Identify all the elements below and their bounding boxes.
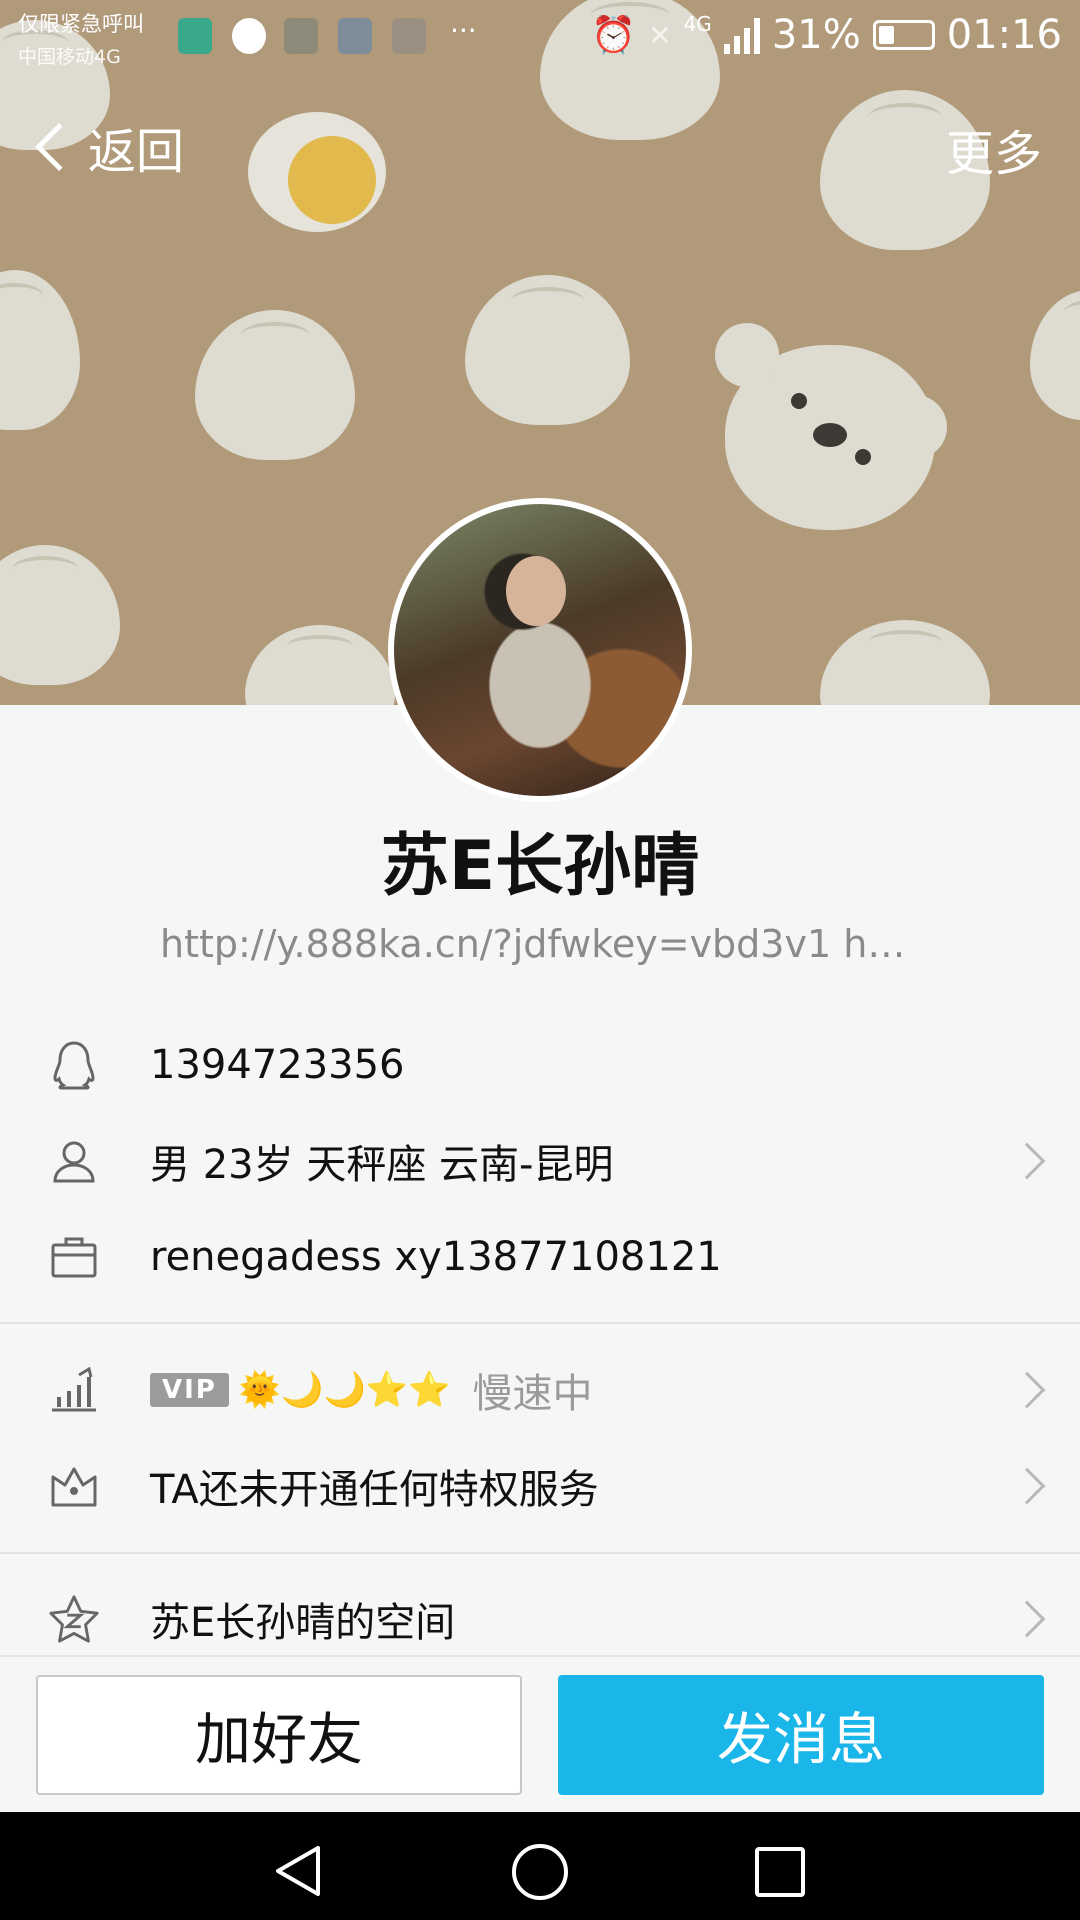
carrier-emergency-text: 仅限紧急呼叫 bbox=[18, 12, 144, 36]
alarm-icon: ⏰ bbox=[591, 15, 637, 56]
chevron-left-icon bbox=[34, 122, 84, 172]
system-nav-bar bbox=[0, 1812, 1080, 1920]
privilege-text: TA还未开通任何特权服务 bbox=[150, 1467, 599, 1513]
browser-app-icon bbox=[232, 18, 266, 54]
qzone-star-icon bbox=[48, 1593, 100, 1645]
send-message-button[interactable]: 发消息 bbox=[558, 1675, 1044, 1795]
cover-bun-decoration bbox=[245, 625, 395, 705]
cover-bun-decoration bbox=[0, 545, 120, 685]
clock: 01:16 bbox=[946, 12, 1062, 58]
work-info-text: renegadess xy13877108121 bbox=[150, 1234, 722, 1280]
profile-name: 苏E长孙晴 bbox=[380, 827, 700, 906]
status-bar: 仅限紧急呼叫 中国移动4G ··· ⏰ ✕ 4G 31% 01:16 bbox=[0, 0, 1080, 78]
cover-bun-decoration bbox=[465, 275, 630, 425]
carrier-name-text: 中国移动4G bbox=[18, 46, 121, 68]
cover-bun-decoration bbox=[820, 620, 990, 705]
profile-signature[interactable]: http://y.888ka.cn/?jdfwkey=vbd3v1 htt… bbox=[160, 922, 920, 966]
qq-number: 1394723356 bbox=[150, 1042, 405, 1088]
chevron-right-icon bbox=[1008, 1142, 1046, 1180]
avatar[interactable] bbox=[388, 498, 692, 802]
qzone-text: 苏E长孙晴的空间 bbox=[150, 1600, 456, 1646]
vip-level-row[interactable]: VIP 🌞🌙🌙⭐⭐ 慢速中 bbox=[0, 1345, 1080, 1435]
crown-icon bbox=[48, 1460, 100, 1512]
action-bar: 加好友 发消息 bbox=[0, 1655, 1080, 1812]
cover-bun-decoration bbox=[1030, 290, 1080, 420]
signal-icon bbox=[723, 16, 760, 54]
more-notifications-icon: ··· bbox=[450, 14, 477, 47]
network-type-label: 4G bbox=[683, 12, 712, 36]
personal-info-text: 男 23岁 天秤座 云南-昆明 bbox=[150, 1142, 614, 1188]
cover-egg-decoration bbox=[248, 112, 386, 232]
qq-number-row[interactable]: 1394723356 bbox=[0, 1020, 1080, 1110]
add-friend-button[interactable]: 加好友 bbox=[36, 1675, 522, 1795]
vip-badge: VIP bbox=[150, 1373, 229, 1407]
vip-speed-status: 慢速中 bbox=[472, 1371, 593, 1417]
back-label: 返回 bbox=[88, 124, 185, 180]
back-button[interactable]: 返回 bbox=[28, 112, 184, 182]
more-button[interactable]: 更多 bbox=[946, 114, 1042, 184]
chevron-right-icon bbox=[1008, 1467, 1046, 1505]
work-info-row[interactable]: renegadess xy13877108121 bbox=[0, 1212, 1080, 1302]
section-divider bbox=[0, 1552, 1080, 1554]
health-app-icon bbox=[178, 18, 212, 54]
chevron-right-icon bbox=[1008, 1600, 1046, 1638]
briefcase-icon bbox=[48, 1231, 100, 1283]
cover-bear-decoration bbox=[715, 323, 947, 530]
nav-back-icon[interactable] bbox=[272, 1844, 326, 1898]
qzone-row[interactable]: 苏E长孙晴的空间 bbox=[0, 1574, 1080, 1664]
level-chart-icon bbox=[48, 1364, 100, 1416]
battery-percent: 31% bbox=[771, 12, 861, 58]
person-icon bbox=[48, 1135, 100, 1187]
privilege-row[interactable]: TA还未开通任何特权服务 bbox=[0, 1441, 1080, 1531]
chevron-right-icon bbox=[1008, 1371, 1046, 1409]
cover-bun-decoration bbox=[0, 270, 80, 430]
level-icons: 🌞🌙🌙⭐⭐ bbox=[238, 1370, 451, 1410]
gallery-notification-icon bbox=[338, 18, 372, 54]
cover-bun-decoration bbox=[195, 310, 355, 460]
gallery-notification-icon bbox=[392, 18, 426, 54]
penguin-icon bbox=[48, 1039, 100, 1091]
gallery-notification-icon bbox=[284, 18, 318, 54]
nav-home-icon[interactable] bbox=[510, 1842, 570, 1902]
section-divider bbox=[0, 1322, 1080, 1324]
nav-recents-icon[interactable] bbox=[754, 1846, 806, 1898]
no-signal-icon: ✕ bbox=[648, 18, 672, 52]
battery-icon bbox=[872, 20, 935, 50]
personal-info-row[interactable]: 男 23岁 天秤座 云南-昆明 bbox=[0, 1116, 1080, 1206]
